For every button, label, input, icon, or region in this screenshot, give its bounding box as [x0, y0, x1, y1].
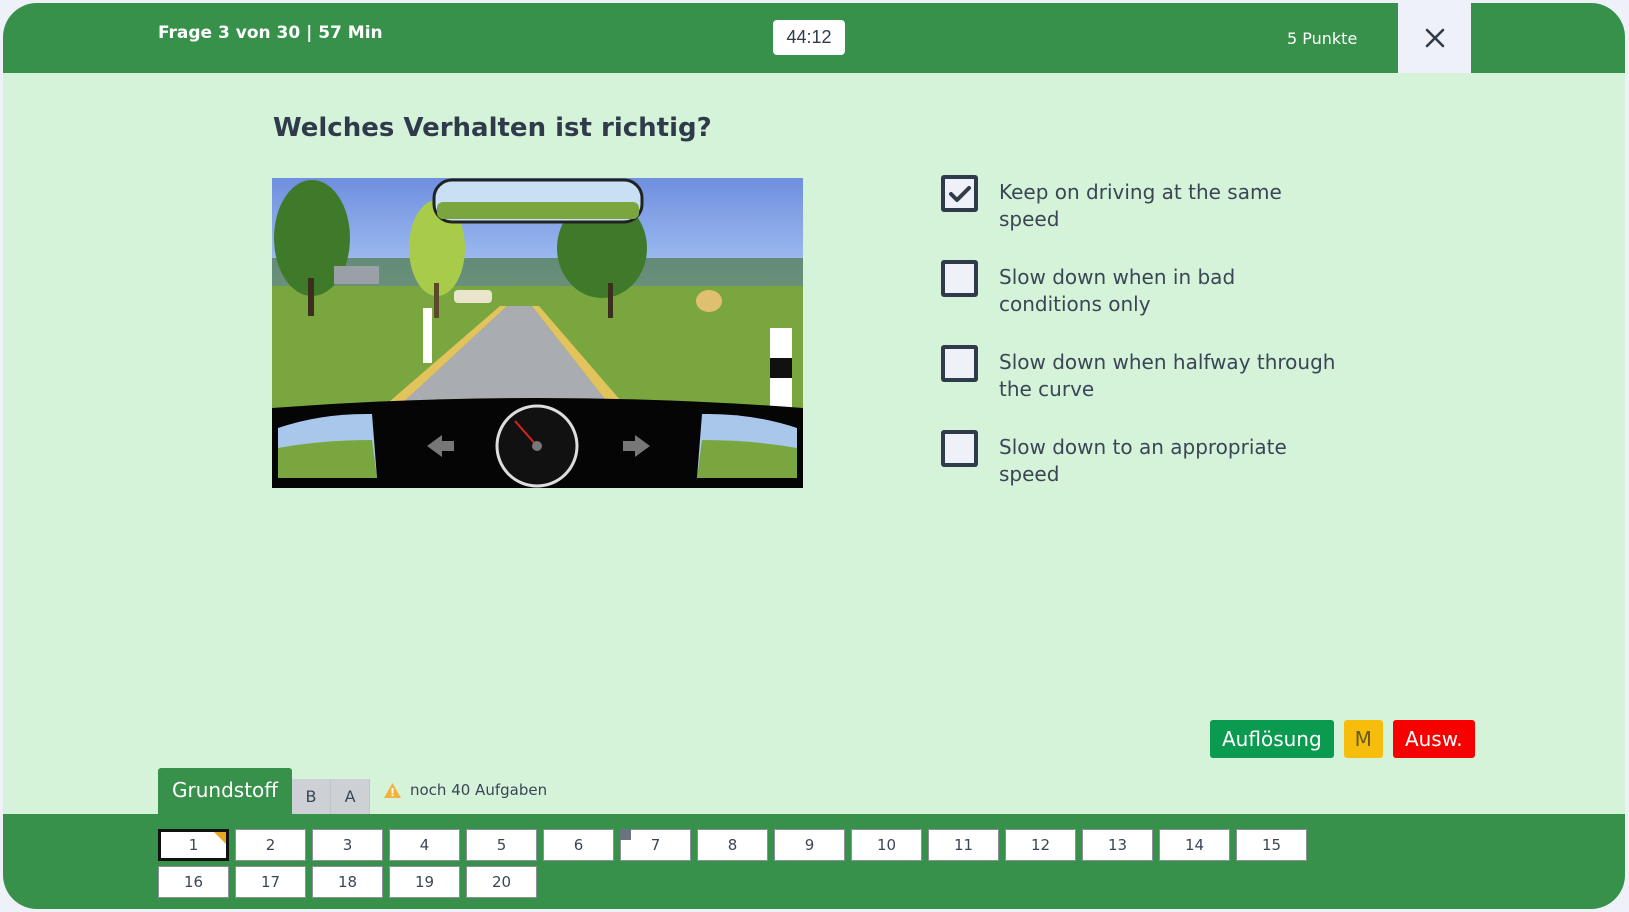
driving-scene-illustration: [272, 178, 803, 488]
answer-list: Keep on driving at the same speed Slow d…: [941, 175, 1361, 515]
question-nav-item-17[interactable]: 17: [235, 866, 306, 898]
points-label: 5 Punkte: [1287, 29, 1358, 48]
app-window: Frage 3 von 30 | 57 Min 44:12 5 Punkte W…: [3, 3, 1625, 909]
question-nav-number: 2: [265, 836, 276, 854]
answer-checkbox[interactable]: [941, 345, 978, 382]
evaluate-button[interactable]: Ausw.: [1392, 720, 1475, 758]
answer-checkbox-checked[interactable]: [941, 175, 978, 212]
question-nav-number: 20: [491, 873, 512, 891]
answer-option-2[interactable]: Slow down when in bad conditions only: [941, 260, 1361, 318]
question-nav-item-10[interactable]: 10: [851, 829, 922, 861]
answer-text: Keep on driving at the same speed: [999, 180, 1282, 231]
play-flag-icon: [620, 829, 631, 847]
question-nav-item-8[interactable]: 8: [697, 829, 768, 861]
question-nav-item-2[interactable]: 2: [235, 829, 306, 861]
answer-text: Slow down when halfway through the curve: [999, 350, 1336, 401]
answer-text: Slow down when in bad conditions only: [999, 265, 1236, 316]
question-nav-number: 10: [876, 836, 897, 854]
question-nav-item-5[interactable]: 5: [466, 829, 537, 861]
solution-button[interactable]: Auflösung: [1210, 720, 1334, 758]
answer-checkbox[interactable]: [941, 430, 978, 467]
question-nav-item-7[interactable]: 7: [620, 829, 691, 861]
question-nav-item-13[interactable]: 13: [1082, 829, 1153, 861]
question-nav-item-16[interactable]: 16: [158, 866, 229, 898]
top-bar: Frage 3 von 30 | 57 Min 44:12 5 Punkte: [3, 3, 1625, 73]
question-nav-item-14[interactable]: 14: [1159, 829, 1230, 861]
tab-b[interactable]: B: [292, 779, 332, 814]
question-nav-number: 1: [188, 836, 199, 854]
question-nav-number: 12: [1030, 836, 1051, 854]
question-nav-number: 4: [419, 836, 430, 854]
answer-option-3[interactable]: Slow down when halfway through the curve: [941, 345, 1361, 403]
checkmark-icon: [948, 185, 971, 202]
question-nav-number: 18: [337, 873, 358, 891]
mark-button[interactable]: M: [1343, 720, 1383, 758]
question-nav-item-6[interactable]: 6: [543, 829, 614, 861]
question-nav-number: 11: [953, 836, 974, 854]
question-progress-title: Frage 3 von 30 | 57 Min: [158, 23, 383, 43]
answer-checkbox[interactable]: [941, 260, 978, 297]
question-nav-item-20[interactable]: 20: [466, 866, 537, 898]
remaining-tasks-text: noch 40 Aufgaben: [410, 781, 548, 799]
answer-option-1[interactable]: Keep on driving at the same speed: [941, 175, 1361, 233]
question-nav-item-12[interactable]: 12: [1005, 829, 1076, 861]
question-text: Welches Verhalten ist richtig?: [273, 113, 712, 143]
question-nav-item-1[interactable]: 1: [158, 829, 229, 861]
question-navigator-grid: 1 2 3 4 5 6 7 8 9 10 11 12 13 14 15 16 17 18 19 20: [158, 829, 1378, 898]
tab-grundstoff[interactable]: Grundstoff: [158, 768, 293, 814]
question-nav-item-11[interactable]: 11: [928, 829, 999, 861]
question-nav-item-15[interactable]: 15: [1236, 829, 1307, 861]
marked-corner-icon: [214, 832, 226, 844]
close-icon: [1425, 28, 1444, 48]
question-nav-number: 8: [727, 836, 738, 854]
question-nav-number: 16: [183, 873, 204, 891]
question-nav-number: 7: [650, 836, 661, 854]
action-buttons: Auflösung M Ausw.: [1210, 720, 1475, 758]
question-nav-item-9[interactable]: 9: [774, 829, 845, 861]
question-nav-item-18[interactable]: 18: [312, 866, 383, 898]
close-button[interactable]: [1398, 3, 1471, 73]
question-nav-item-4[interactable]: 4: [389, 829, 460, 861]
question-nav-number: 3: [342, 836, 353, 854]
remaining-tasks-notice: noch 40 Aufgaben: [383, 781, 547, 799]
question-nav-number: 19: [414, 873, 435, 891]
question-image: [272, 178, 803, 488]
category-tabs: Grundstoff B A: [158, 768, 371, 814]
answer-option-4[interactable]: Slow down to an appropriate speed: [941, 430, 1361, 488]
question-nav-item-19[interactable]: 19: [389, 866, 460, 898]
warning-icon: [384, 782, 401, 798]
tab-a[interactable]: A: [331, 779, 371, 814]
question-nav-item-3[interactable]: 3: [312, 829, 383, 861]
question-nav-number: 5: [496, 836, 507, 854]
question-nav-number: 14: [1184, 836, 1205, 854]
countdown-timer: 44:12: [773, 20, 845, 55]
question-nav-number: 9: [804, 836, 815, 854]
question-nav-number: 17: [260, 873, 281, 891]
question-navigator-bar: 1 2 3 4 5 6 7 8 9 10 11 12 13 14 15 16 17 18 19 20: [3, 814, 1625, 909]
question-nav-number: 15: [1261, 836, 1282, 854]
question-nav-number: 13: [1107, 836, 1128, 854]
question-nav-number: 6: [573, 836, 584, 854]
answer-text: Slow down to an appropriate speed: [999, 435, 1287, 486]
